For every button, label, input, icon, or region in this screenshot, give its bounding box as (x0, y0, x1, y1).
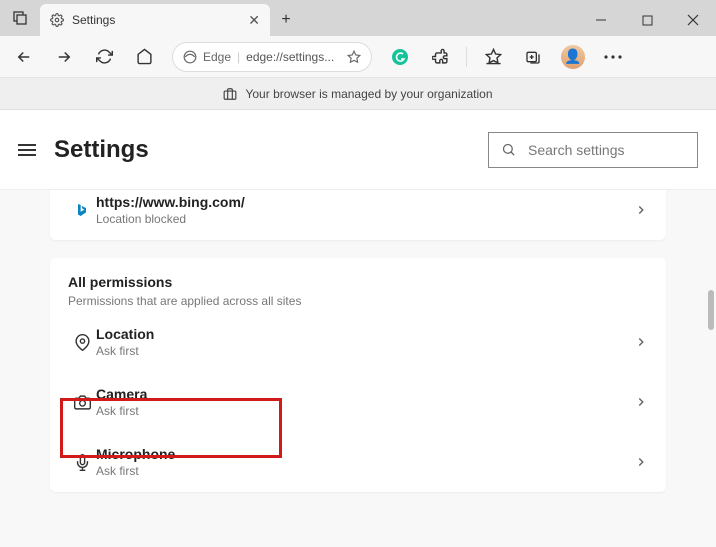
recent-site-status: Location blocked (96, 212, 245, 226)
chevron-right-icon (634, 203, 648, 217)
section-title: All permissions (68, 274, 648, 290)
titlebar: Settings ✕ + (0, 0, 716, 36)
content-area: https://www.bing.com/ Location blocked A… (0, 190, 716, 547)
permission-status: Ask first (96, 464, 175, 478)
chevron-right-icon (634, 335, 648, 349)
minimize-button[interactable] (578, 4, 624, 36)
page-title: Settings (54, 136, 149, 164)
recent-site-row[interactable]: https://www.bing.com/ Location blocked (50, 190, 666, 240)
browser-tab[interactable]: Settings ✕ (40, 4, 270, 36)
favorite-icon[interactable] (347, 50, 361, 64)
address-bar[interactable]: Edge | edge://settings... (172, 42, 372, 72)
new-tab-button[interactable]: + (270, 4, 302, 36)
menu-button[interactable] (18, 144, 36, 156)
permission-microphone[interactable]: Microphone Ask first (50, 432, 666, 492)
permission-camera[interactable]: Camera Ask first (50, 372, 666, 432)
settings-header: Settings Search settings (0, 110, 716, 190)
permission-status: Ask first (96, 404, 147, 418)
close-tab-icon[interactable]: ✕ (248, 12, 260, 29)
search-icon (501, 142, 516, 157)
permission-location[interactable]: Location Ask first (50, 312, 666, 372)
section-subtitle: Permissions that are applied across all … (68, 294, 648, 308)
all-permissions-header: All permissions Permissions that are app… (50, 258, 666, 312)
more-button[interactable] (595, 39, 631, 75)
back-button[interactable] (6, 39, 42, 75)
permission-title: Microphone (96, 446, 175, 462)
address-url: edge://settings... (246, 50, 341, 64)
search-input[interactable]: Search settings (488, 132, 698, 168)
search-placeholder: Search settings (528, 142, 625, 158)
bing-icon (68, 202, 96, 218)
favorites-button[interactable] (475, 39, 511, 75)
infobar-text: Your browser is managed by your organiza… (245, 87, 492, 101)
recent-site-url: https://www.bing.com/ (96, 194, 245, 210)
chevron-right-icon (634, 395, 648, 409)
collections-button[interactable] (515, 39, 551, 75)
camera-icon (68, 394, 96, 411)
managed-infobar: Your browser is managed by your organiza… (0, 78, 716, 110)
close-window-button[interactable] (670, 4, 716, 36)
tab-actions-button[interactable] (0, 0, 40, 36)
permission-title: Location (96, 326, 154, 342)
location-icon (68, 334, 96, 351)
briefcase-icon (223, 87, 237, 101)
edge-logo-icon (183, 50, 197, 64)
microphone-icon (68, 454, 96, 471)
toolbar: Edge | edge://settings... 👤 (0, 36, 716, 78)
refresh-button[interactable] (86, 39, 122, 75)
all-permissions-card: All permissions Permissions that are app… (50, 258, 666, 492)
chevron-right-icon (634, 455, 648, 469)
permission-title: Camera (96, 386, 147, 402)
maximize-button[interactable] (624, 4, 670, 36)
gear-icon (50, 13, 64, 27)
recent-activity-card: https://www.bing.com/ Location blocked (50, 190, 666, 240)
extensions-button[interactable] (422, 39, 458, 75)
address-identity: Edge (203, 50, 231, 64)
scrollbar-thumb[interactable] (708, 290, 714, 330)
extension-grammarly-icon[interactable] (382, 39, 418, 75)
forward-button[interactable] (46, 39, 82, 75)
tab-title: Settings (72, 13, 115, 27)
permission-status: Ask first (96, 344, 154, 358)
home-button[interactable] (126, 39, 162, 75)
profile-button[interactable]: 👤 (555, 39, 591, 75)
